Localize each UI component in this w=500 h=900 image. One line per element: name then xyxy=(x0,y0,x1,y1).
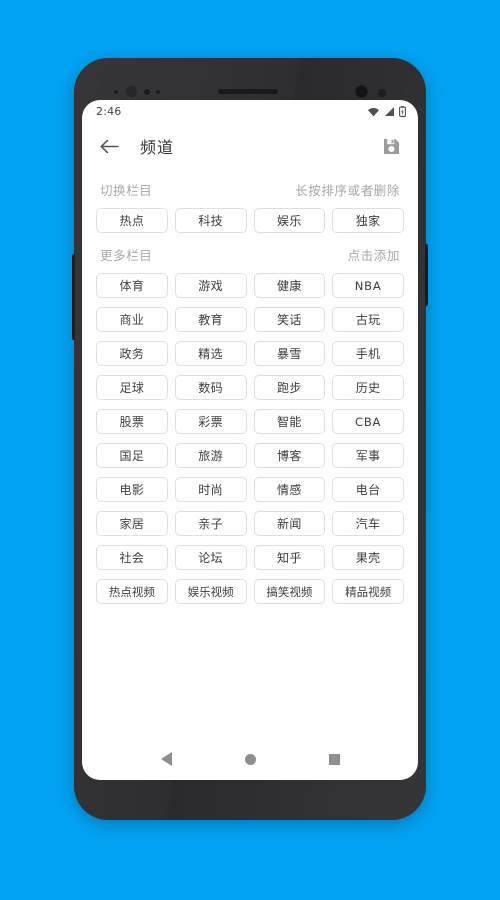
available-channel-chip[interactable]: 游戏 xyxy=(174,273,247,298)
available-channel-chip[interactable]: 军事 xyxy=(332,443,404,468)
available-channel-chip[interactable]: 健康 xyxy=(253,273,326,298)
selected-channel-grid: 热点 科技 娱乐 独家 xyxy=(96,208,404,233)
available-channel-chip[interactable]: 精选 xyxy=(174,341,247,366)
volume-button[interactable] xyxy=(72,254,75,340)
available-channel-chip[interactable]: 手机 xyxy=(332,341,404,366)
recents-square-icon xyxy=(328,753,340,765)
available-channel-chip[interactable]: CBA xyxy=(332,409,404,434)
available-channel-chip[interactable]: 电影 xyxy=(96,477,168,502)
available-channel-chip[interactable]: 股票 xyxy=(96,409,168,434)
home-circle-icon xyxy=(244,753,256,765)
available-channel-grid: 体育 游戏 健康 NBA 商业 教育 笑话 古玩政务 精选 暴雪 手机足球 数码 跑步 历史股票 彩票 智能 C… xyxy=(96,273,404,604)
phone-device-frame: 2:46 频道 切换栏目 长按排序或者删除 热点 科技 娱乐 独家 更多栏目 点… xyxy=(72,58,428,820)
status-bar-icons xyxy=(367,105,406,117)
proximity-sensor-icon xyxy=(114,90,118,94)
iris-scanner-icon xyxy=(126,86,137,97)
available-channel-chip[interactable]: 旅游 xyxy=(174,443,247,468)
save-floppy-icon xyxy=(383,138,399,154)
earpiece-speaker xyxy=(218,89,278,94)
selected-channel-chip[interactable]: 独家 xyxy=(332,208,404,233)
available-channel-chip[interactable]: 果壳 xyxy=(332,545,404,570)
section-header-selected: 切换栏目 长按排序或者删除 xyxy=(96,170,404,208)
available-channel-chip[interactable]: 跑步 xyxy=(253,375,326,400)
channel-editor-content: 切换栏目 长按排序或者删除 热点 科技 娱乐 独家 更多栏目 点击添加 体育 游戏 健康 N… xyxy=(82,170,418,738)
available-channel-chip[interactable]: 情感 xyxy=(253,477,326,502)
available-channel-chip[interactable]: 家居 xyxy=(96,511,168,536)
section-hint-more: 点击添加 xyxy=(347,247,400,263)
available-channel-chip[interactable]: 笑话 xyxy=(253,307,326,332)
available-channel-chip[interactable]: 博客 xyxy=(253,443,326,468)
led-indicator-icon xyxy=(156,90,160,94)
available-channel-chip[interactable]: 时尚 xyxy=(174,477,247,502)
available-channel-chip[interactable]: 精品视频 xyxy=(332,579,404,604)
available-channel-chip[interactable]: 国足 xyxy=(96,443,168,468)
available-channel-chip[interactable]: 数码 xyxy=(174,375,247,400)
available-channel-chip[interactable]: 热点视频 xyxy=(96,579,168,604)
available-channel-chip[interactable]: 历史 xyxy=(332,375,404,400)
arrow-left-icon xyxy=(99,139,119,153)
back-triangle-icon xyxy=(160,752,172,766)
wifi-icon xyxy=(368,107,379,116)
front-camera-icon xyxy=(355,85,368,98)
battery-icon xyxy=(399,105,406,117)
nav-back-button[interactable] xyxy=(149,742,183,776)
phone-top-bezel xyxy=(74,58,426,100)
status-bar-clock: 2:46 xyxy=(96,104,122,118)
power-button[interactable] xyxy=(425,244,428,306)
available-channel-chip[interactable]: 暴雪 xyxy=(253,341,326,366)
available-channel-chip[interactable]: 知乎 xyxy=(253,545,326,570)
available-channel-chip[interactable]: 论坛 xyxy=(174,545,247,570)
selected-channel-chip[interactable]: 科技 xyxy=(174,208,247,233)
section-hint-selected: 长按排序或者删除 xyxy=(295,182,400,198)
nav-recents-button[interactable] xyxy=(317,742,351,776)
light-sensor-icon xyxy=(144,89,150,95)
available-channel-chip[interactable]: 足球 xyxy=(96,375,168,400)
status-bar: 2:46 xyxy=(82,100,418,122)
available-channel-chip[interactable]: 彩票 xyxy=(174,409,247,434)
available-channel-chip[interactable]: 搞笑视频 xyxy=(253,579,326,604)
available-channel-chip[interactable]: 社会 xyxy=(96,545,168,570)
section-title-more: 更多栏目 xyxy=(100,247,153,263)
available-channel-chip[interactable]: 古玩 xyxy=(332,307,404,332)
selected-channel-chip[interactable]: 娱乐 xyxy=(253,208,326,233)
phone-screen: 2:46 频道 切换栏目 长按排序或者删除 热点 科技 娱乐 独家 更多栏目 点… xyxy=(82,100,418,780)
page-title: 频道 xyxy=(140,138,175,157)
selected-channel-chip[interactable]: 热点 xyxy=(96,208,168,233)
available-channel-chip[interactable]: 新闻 xyxy=(253,511,326,536)
secondary-sensor-icon xyxy=(378,89,386,97)
available-channel-chip[interactable]: NBA xyxy=(332,273,404,298)
available-channel-chip[interactable]: 体育 xyxy=(96,273,168,298)
section-title-selected: 切换栏目 xyxy=(100,182,153,198)
available-channel-chip[interactable]: 汽车 xyxy=(332,511,404,536)
app-bar: 频道 xyxy=(82,122,418,170)
save-button[interactable] xyxy=(378,133,404,159)
android-nav-bar xyxy=(82,738,418,780)
available-channel-chip[interactable]: 智能 xyxy=(253,409,326,434)
available-channel-chip[interactable]: 商业 xyxy=(96,307,168,332)
available-channel-chip[interactable]: 娱乐视频 xyxy=(174,579,247,604)
section-header-more: 更多栏目 点击添加 xyxy=(96,235,404,273)
nav-home-button[interactable] xyxy=(233,742,267,776)
available-channel-chip[interactable]: 教育 xyxy=(174,307,247,332)
signal-icon xyxy=(385,106,394,116)
back-button[interactable] xyxy=(96,133,122,159)
available-channel-chip[interactable]: 电台 xyxy=(332,477,404,502)
available-channel-chip[interactable]: 亲子 xyxy=(174,511,247,536)
available-channel-chip[interactable]: 政务 xyxy=(96,341,168,366)
